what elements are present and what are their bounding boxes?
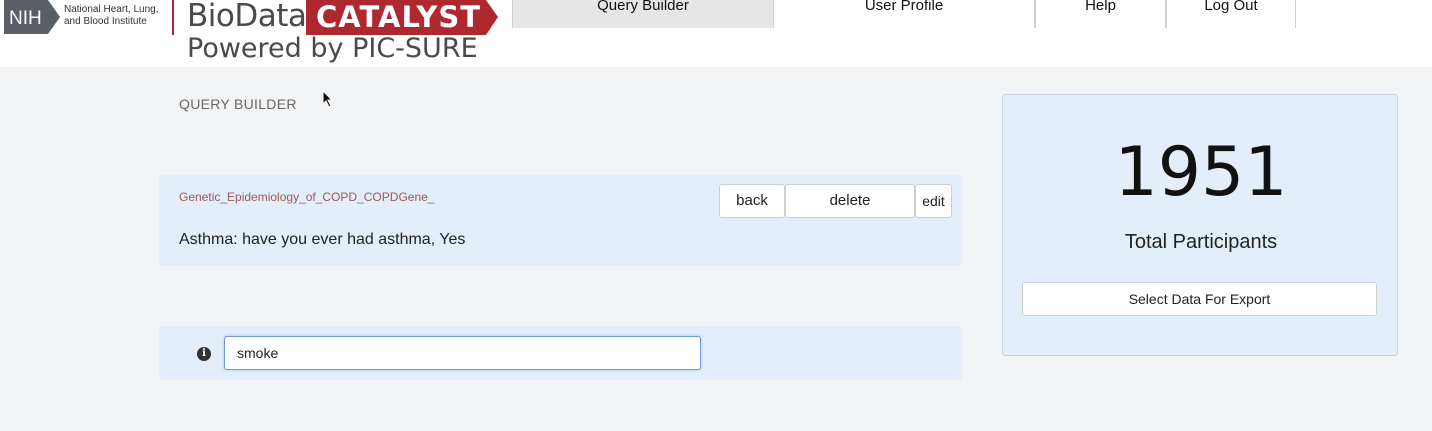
tab-query-builder[interactable]: Query Builder bbox=[512, 0, 774, 28]
delete-button[interactable]: delete bbox=[785, 184, 915, 218]
mouse-cursor-icon bbox=[322, 90, 334, 108]
select-data-export-button[interactable]: Select Data For Export bbox=[1022, 282, 1377, 316]
tab-user-profile[interactable]: User Profile bbox=[773, 0, 1035, 28]
edit-button[interactable]: edit bbox=[915, 184, 952, 218]
search-input[interactable] bbox=[224, 336, 701, 370]
tab-log-out[interactable]: Log Out bbox=[1166, 0, 1296, 28]
participant-count-panel: 1951 Total Participants Select Data For … bbox=[1002, 94, 1398, 356]
brand-tagline: Powered by PIC-SURE bbox=[187, 33, 478, 64]
participant-count: 1951 bbox=[1114, 133, 1288, 212]
back-button[interactable]: back bbox=[719, 184, 785, 218]
page-title: QUERY BUILDER bbox=[179, 96, 297, 112]
participant-count-label: Total Participants bbox=[1124, 231, 1278, 253]
logo-divider bbox=[172, 0, 174, 35]
info-icon[interactable]: i bbox=[197, 347, 211, 361]
nih-logo: NIH bbox=[4, 0, 60, 34]
query-filter-card: Genetic_Epidemiology_of_COPD_COPDGene_ A… bbox=[159, 175, 962, 266]
header: NIH National Heart, Lung, and Blood Inst… bbox=[0, 0, 1432, 67]
nih-institute-name: National Heart, Lung, and Blood Institut… bbox=[64, 4, 159, 27]
filter-variable: Asthma: have you ever had asthma, Yes bbox=[179, 231, 466, 248]
search-panel: i bbox=[159, 326, 962, 380]
study-name: Genetic_Epidemiology_of_COPD_COPDGene_ bbox=[179, 190, 435, 204]
brand-catalyst: CATALYST bbox=[316, 0, 482, 34]
brand-biodata: BioData bbox=[187, 0, 307, 34]
tab-help[interactable]: Help bbox=[1035, 0, 1166, 28]
nih-abbrev: NIH bbox=[9, 8, 42, 29]
